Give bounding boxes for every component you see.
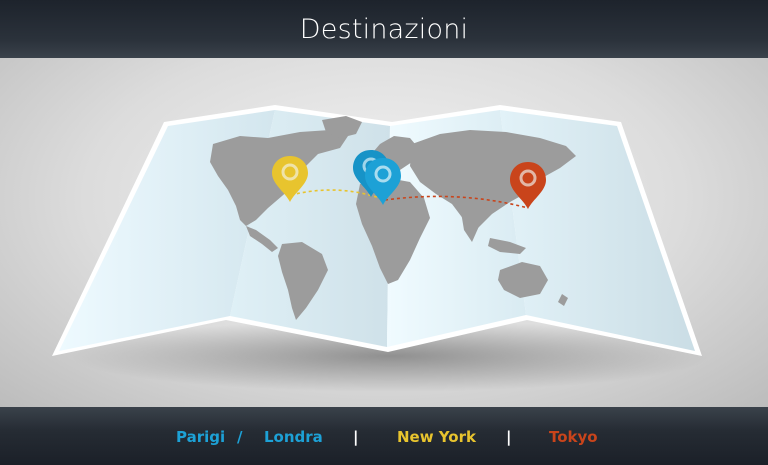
- separator-bar: |: [353, 428, 359, 446]
- destinations-bar: Parigi / Londra | New York | Tokyo: [0, 407, 768, 465]
- separator-bar: |: [506, 428, 512, 446]
- destination-tokyo[interactable]: Tokyo: [549, 428, 598, 446]
- separator-slash: /: [237, 428, 243, 446]
- map-stage: [0, 58, 768, 407]
- destination-parigi[interactable]: Parigi: [176, 428, 225, 446]
- destination-newyork[interactable]: New York: [397, 428, 476, 446]
- destination-londra[interactable]: Londra: [264, 428, 323, 446]
- header-bar: Destinazioni: [0, 0, 768, 58]
- map-icon: [52, 105, 710, 392]
- page-title: Destinazioni: [299, 13, 469, 45]
